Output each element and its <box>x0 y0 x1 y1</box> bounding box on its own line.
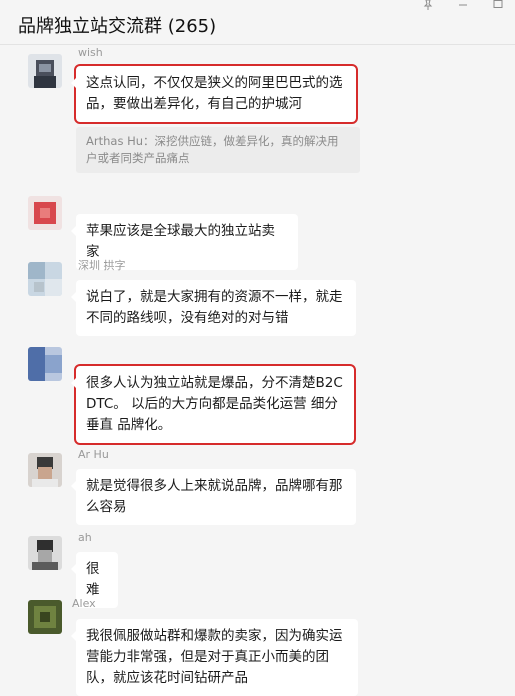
message-bubble[interactable]: 很多人认为独立站就是爆品，分不清楚B2C DTC。 以后的大方向都是品类化运营 … <box>71 364 356 445</box>
message-bubble[interactable]: 我很佩服做站群和爆款的卖家，因为确实运营能力非常强，但是对于真正小而美的团队，就… <box>71 619 358 696</box>
chat-header: 品牌独立站交流群 (265) <box>0 0 515 45</box>
message-bubble[interactable]: 就是觉得很多人上来就说品牌，品牌哪有那么容易 <box>71 469 356 525</box>
avatar[interactable] <box>28 347 62 381</box>
avatar[interactable] <box>28 262 62 296</box>
pin-icon[interactable] <box>417 0 439 14</box>
sender-name: Ar Hu <box>78 448 109 461</box>
quoted-reply[interactable]: Arthas Hu：深挖供应链，做差异化，真的解决用户或者同类产品痛点 <box>76 127 360 173</box>
avatar[interactable] <box>28 600 62 634</box>
avatar[interactable] <box>28 536 62 570</box>
sender-name: Alex <box>72 597 96 610</box>
maximize-icon[interactable] <box>487 0 509 14</box>
sender-name: wish <box>78 46 103 59</box>
minimize-icon[interactable] <box>452 0 474 14</box>
chat-title: 品牌独立站交流群 (265) <box>18 16 217 37</box>
avatar[interactable] <box>28 196 62 230</box>
message-bubble[interactable]: 这点认同，不仅仅是狭义的阿里巴巴式的选品，要做出差异化，有自己的护城河 <box>71 64 358 124</box>
avatar[interactable] <box>28 54 62 88</box>
sender-name: 深圳 拱字 <box>78 259 126 272</box>
message-bubble[interactable]: 说白了，就是大家拥有的资源不一样，就走不同的路线呗，没有绝对的对与错 <box>71 280 356 336</box>
sender-name: ah <box>78 531 92 544</box>
avatar[interactable] <box>28 453 62 487</box>
